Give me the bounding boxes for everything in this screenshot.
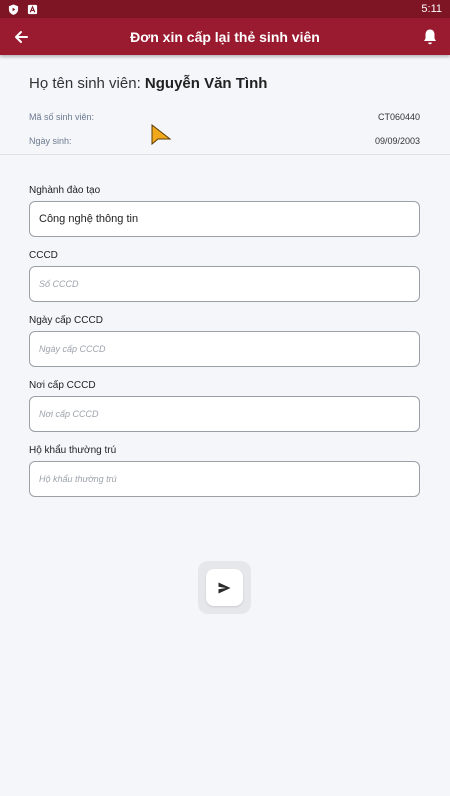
cccd-date-field[interactable] (29, 331, 420, 367)
student-id-label: Mã số sinh viên: (29, 112, 95, 122)
divider (0, 154, 450, 155)
student-name-line: Họ tên sinh viên: Nguyễn Văn Tình (29, 75, 267, 92)
page-title: Đơn xin cấp lại thẻ sinh viên (130, 28, 320, 45)
submit-button-container (198, 561, 251, 614)
cccd-field[interactable] (29, 266, 420, 302)
app-bar: Đơn xin cấp lại thẻ sinh viên (0, 18, 450, 55)
residence-label: Hộ khẩu thường trú (29, 445, 117, 456)
student-name: Nguyễn Văn Tình (144, 75, 268, 92)
cccd-place-field[interactable] (29, 396, 420, 432)
major-field[interactable] (29, 201, 420, 237)
cccd-place-label: Nơi cấp CCCD (29, 380, 96, 391)
student-id-value: CT060440 (377, 112, 420, 122)
back-arrow-icon[interactable] (12, 28, 30, 46)
dob-value: 09/09/2003 (374, 136, 420, 146)
student-id-row: Mã số sinh viên: CT060440 (29, 112, 420, 122)
major-label: Nghành đào tạo (29, 185, 101, 196)
shield-play-icon (8, 3, 19, 15)
dob-label: Ngày sinh: (29, 136, 72, 146)
cccd-label: CCCD (29, 250, 58, 261)
status-bar: 5:11 (0, 0, 450, 18)
bell-icon[interactable] (422, 28, 438, 46)
status-icons (8, 3, 38, 15)
mouse-cursor-icon (151, 124, 172, 146)
app-a-icon (27, 4, 38, 14)
residence-field[interactable] (29, 461, 420, 497)
dob-row: Ngày sinh: 09/09/2003 (29, 136, 420, 146)
cccd-date-label: Ngày cấp CCCD (29, 315, 103, 326)
submit-button[interactable] (206, 569, 243, 606)
clock: 5:11 (421, 3, 442, 15)
student-name-label: Họ tên sinh viên: (29, 75, 141, 92)
send-icon (218, 582, 231, 593)
